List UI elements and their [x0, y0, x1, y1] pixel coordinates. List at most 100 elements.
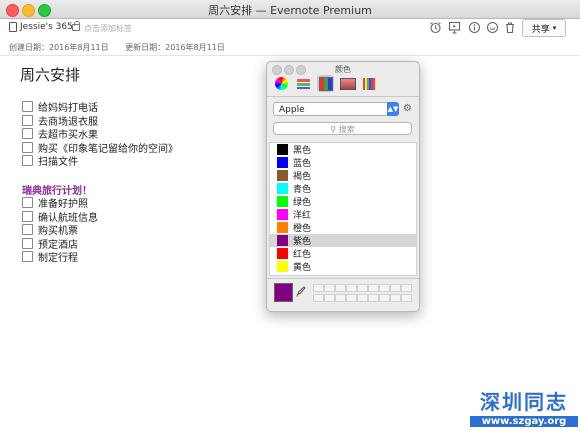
- watermark-url: www.szgay.org: [470, 416, 578, 427]
- color-name: 黑色: [293, 146, 312, 156]
- saved-swatch[interactable]: [401, 294, 412, 302]
- saved-swatch[interactable]: [368, 294, 379, 302]
- saved-swatch[interactable]: [390, 294, 401, 302]
- color-list-item[interactable]: 绿色: [270, 195, 416, 208]
- picker-footer: [267, 280, 419, 311]
- color-list-item[interactable]: 红色: [270, 247, 416, 260]
- saved-swatch[interactable]: [379, 284, 390, 292]
- site-watermark: 深圳同志 www.szgay.org: [470, 386, 578, 432]
- todo-checkbox[interactable]: [22, 210, 33, 222]
- todo-checkbox[interactable]: [22, 155, 33, 167]
- todo-item: 制定行程: [22, 250, 98, 264]
- todo-item: 准备好护照: [22, 196, 98, 210]
- pencils-tab[interactable]: [361, 75, 378, 92]
- color-sliders-tab[interactable]: [295, 75, 312, 92]
- color-palettes-tab[interactable]: [317, 75, 334, 92]
- color-name: 橙色: [293, 224, 312, 234]
- saved-swatch[interactable]: [346, 294, 357, 302]
- saved-swatch[interactable]: [390, 284, 401, 292]
- color-name: 洋红: [293, 211, 312, 221]
- color-swatch: [277, 209, 288, 220]
- current-color-well[interactable]: [274, 283, 293, 302]
- todo-item: 预定酒店: [22, 237, 98, 251]
- notebook-selector[interactable]: Jessie's 365: [9, 22, 73, 32]
- todo-checkbox[interactable]: [22, 101, 33, 113]
- eyedropper-icon[interactable]: [296, 286, 306, 301]
- saved-swatch[interactable]: [313, 294, 324, 302]
- color-list-item-selected[interactable]: 紫色: [270, 234, 416, 247]
- color-swatch: [277, 222, 288, 233]
- todo-checkbox[interactable]: [22, 114, 33, 126]
- panel-title: 颜色: [335, 65, 351, 74]
- work-chat-icon[interactable]: [485, 20, 499, 34]
- picker-mode-tabs: [273, 75, 378, 92]
- trash-icon[interactable]: [503, 20, 517, 34]
- color-sliders-icon: [297, 78, 310, 89]
- todo-checkbox[interactable]: [22, 197, 33, 209]
- color-swatch: [277, 144, 288, 155]
- saved-swatch[interactable]: [335, 284, 346, 292]
- todo-item: 购买《印象笔记留给你的空间》: [22, 141, 178, 155]
- color-list-item[interactable]: 洋红: [270, 208, 416, 221]
- note-title[interactable]: 周六安排: [20, 64, 80, 85]
- gear-icon[interactable]: ⚙: [403, 103, 412, 114]
- color-name: 绿色: [293, 198, 312, 208]
- color-swatch: [277, 235, 288, 246]
- color-name: 褐色: [293, 172, 312, 182]
- todo-checkbox[interactable]: [22, 251, 33, 263]
- travel-todo-list: 准备好护照 确认航班信息 购买机票 预定酒店 制定行程: [22, 196, 98, 264]
- saved-swatch[interactable]: [401, 284, 412, 292]
- panel-divider: [267, 96, 419, 97]
- presentation-icon[interactable]: [447, 20, 461, 34]
- todo-list: 给妈妈打电话 去商场退衣服 去超市买水果 购买《印象笔记留给你的空间》 扫描文件: [22, 100, 178, 168]
- saved-swatch[interactable]: [313, 284, 324, 292]
- todo-checkbox[interactable]: [22, 141, 33, 153]
- add-tag-field[interactable]: 点击添加标签: [84, 23, 132, 34]
- todo-item: 购买机票: [22, 223, 98, 237]
- reminder-alarm-icon[interactable]: [428, 20, 442, 34]
- todo-checkbox[interactable]: [22, 128, 33, 140]
- window-title: 周六安排 — Evernote Premium: [208, 4, 372, 17]
- lock-icon[interactable]: [72, 21, 80, 31]
- todo-checkbox[interactable]: [22, 224, 33, 236]
- saved-swatch[interactable]: [324, 284, 335, 292]
- todo-label[interactable]: 制定行程: [38, 249, 78, 264]
- saved-swatch[interactable]: [346, 284, 357, 292]
- todo-checkbox[interactable]: [22, 237, 33, 249]
- color-list-item[interactable]: 橙色: [270, 221, 416, 234]
- saved-swatch[interactable]: [379, 294, 390, 302]
- color-picker-panel: 颜色 Apple ▲▼ ⚙ ⚲ 搜索 黑色 蓝色 褐色 青色 绿色 洋红 橙色 …: [266, 61, 420, 312]
- saved-swatch-grid: [313, 284, 412, 302]
- todo-label[interactable]: 扫描文件: [38, 153, 78, 168]
- color-list-item[interactable]: 蓝色: [270, 156, 416, 169]
- saved-swatch[interactable]: [335, 294, 346, 302]
- saved-swatch[interactable]: [368, 284, 379, 292]
- note-info-icon[interactable]: [467, 20, 481, 34]
- color-list-item[interactable]: 青色: [270, 182, 416, 195]
- todo-item: 去超市买水果: [22, 127, 178, 141]
- share-button-label: 共享: [531, 24, 550, 35]
- color-search-input[interactable]: ⚲ 搜索: [273, 122, 412, 135]
- color-list-item[interactable]: 褐色: [270, 169, 416, 182]
- share-button[interactable]: 共享 ▾: [522, 19, 566, 37]
- color-swatch: [277, 248, 288, 259]
- color-name: 蓝色: [293, 159, 312, 169]
- color-name: 红色: [293, 250, 312, 260]
- image-palettes-tab[interactable]: [339, 75, 356, 92]
- color-list-item[interactable]: 黄色: [270, 260, 416, 273]
- updated-date: 更新日期：2016年8月11日: [125, 43, 225, 52]
- color-palette-icon: [318, 76, 333, 91]
- color-swatch: [277, 183, 288, 194]
- color-swatch: [277, 170, 288, 181]
- saved-swatch[interactable]: [357, 284, 368, 292]
- palette-select[interactable]: Apple ▲▼: [273, 102, 399, 116]
- saved-swatch[interactable]: [324, 294, 335, 302]
- color-list-item[interactable]: 黑色: [270, 143, 416, 156]
- created-date: 创建日期：2016年8月11日: [9, 43, 109, 52]
- select-arrows-icon: ▲▼: [387, 102, 399, 116]
- notebook-icon: [9, 22, 17, 32]
- color-wheel-icon: [275, 77, 288, 90]
- notebook-name: Jessie's 365: [20, 22, 73, 32]
- saved-swatch[interactable]: [357, 294, 368, 302]
- color-wheel-tab[interactable]: [273, 75, 290, 92]
